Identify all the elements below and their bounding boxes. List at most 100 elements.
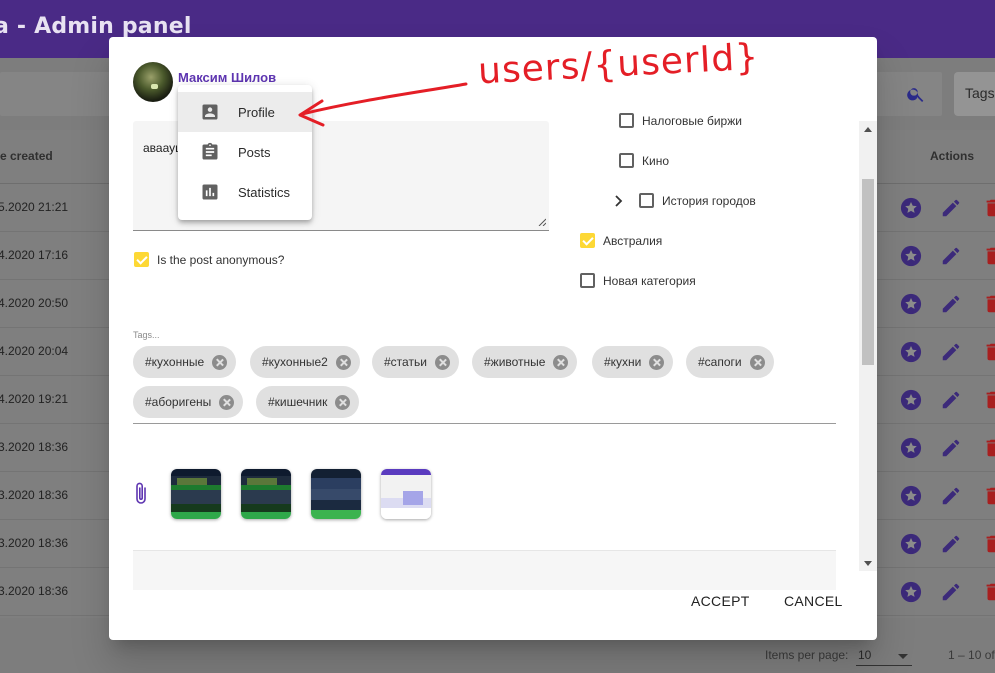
background-tags-button[interactable]: Tags [954,72,995,116]
delete-icon[interactable] [982,293,995,315]
row-date: 3.2020 18:36 [0,488,69,502]
category-checkbox-1[interactable] [619,153,634,168]
attachment-thumbnail[interactable] [241,469,291,519]
edit-icon[interactable] [940,485,962,507]
anonymous-checkbox[interactable] [134,252,149,267]
edit-icon[interactable] [940,389,962,411]
scrollbar-thumb[interactable] [862,179,874,365]
tag-chip[interactable]: #сапоги [686,346,774,378]
remove-tag-icon[interactable] [335,355,351,370]
row-date: 4.2020 17:16 [0,248,69,262]
row-date: 3.2020 18:36 [0,440,69,454]
remove-tag-icon[interactable] [434,355,450,370]
attach-file-icon[interactable] [133,481,149,507]
delete-icon[interactable] [982,389,995,411]
tag-chip-label: #сапоги [698,355,742,369]
tag-chip-label: #кухни [604,355,642,369]
attachment-thumbnail[interactable] [171,469,221,519]
author-avatar[interactable] [133,62,173,102]
edit-icon[interactable] [940,245,962,267]
menu-item-posts[interactable]: Posts [178,132,312,172]
row-date: 3.2020 18:36 [0,584,69,598]
anonymous-label: Is the post anonymous? [157,253,285,267]
tag-chip[interactable]: #кишечник [256,386,360,418]
category-label-1: Кино [642,154,669,168]
tag-chip[interactable]: #статьи [372,346,459,378]
category-checkbox-0[interactable] [619,113,634,128]
star-icon[interactable] [900,485,922,507]
category-checkbox-2[interactable] [639,193,654,208]
category-label-4: Новая категория [603,274,696,288]
tag-chip[interactable]: #кухни [592,346,674,378]
tag-chip-label: #животные [484,355,546,369]
category-checkbox-3[interactable] [580,233,595,248]
row-date: 3.2020 18:36 [0,536,69,550]
delete-icon[interactable] [982,341,995,363]
comments-area [133,550,836,590]
star-icon[interactable] [900,293,922,315]
remove-tag-icon[interactable] [749,355,765,370]
remove-tag-icon[interactable] [335,395,351,410]
star-icon[interactable] [900,533,922,555]
assignment-icon [202,142,218,160]
star-icon[interactable] [900,197,922,219]
account-box-icon [202,104,218,120]
attachment-thumbnail[interactable] [311,469,361,519]
tags-hint: Tags... [133,330,160,340]
author-name-link[interactable]: Максим Шилов [178,70,276,85]
delete-icon[interactable] [982,485,995,507]
menu-item-profile[interactable]: Profile [178,92,312,132]
row-date: 4.2020 19:21 [0,392,69,406]
row-date: 5.2020 21:21 [0,200,69,214]
edit-icon[interactable] [940,581,962,603]
category-checkbox-4[interactable] [580,273,595,288]
star-icon[interactable] [900,437,922,459]
remove-tag-icon[interactable] [212,355,228,370]
tag-chip[interactable]: #аборигены [133,386,244,418]
tag-chip[interactable]: #кухонные [133,346,237,378]
edit-icon[interactable] [940,533,962,555]
scroll-up-arrow-icon[interactable] [864,127,872,132]
remove-tag-icon[interactable] [649,355,665,370]
items-per-page-label: Items per page: [765,648,849,662]
column-header-date[interactable]: te created [0,149,53,163]
edit-icon[interactable] [940,197,962,219]
category-label-3: Австралия [603,234,663,248]
star-icon[interactable] [900,245,922,267]
remove-tag-icon[interactable] [553,355,569,370]
edit-icon[interactable] [940,341,962,363]
chevron-right-icon[interactable] [614,195,624,207]
dropdown-arrow-icon [898,654,908,659]
table-paginator: Items per page: 10 1 – 10 of [0,640,995,673]
delete-icon[interactable] [982,581,995,603]
user-menu: Profile Posts Statistics [178,85,312,220]
search-icon[interactable] [906,84,926,104]
app-title: a - Admin panel [0,14,192,39]
dialog-scrollbar[interactable] [859,121,877,571]
tags-button-label: Tags [965,85,995,101]
tag-chip-label: #кишечник [268,395,328,409]
delete-icon[interactable] [982,197,995,219]
edit-icon[interactable] [940,293,962,315]
page-range-label: 1 – 10 of [948,648,995,662]
star-icon[interactable] [900,341,922,363]
accept-button[interactable]: ACCEPT [691,593,750,609]
cancel-button[interactable]: CANCEL [784,593,843,609]
menu-item-label: Statistics [238,185,291,200]
delete-icon[interactable] [982,533,995,555]
remove-tag-icon[interactable] [219,395,235,410]
delete-icon[interactable] [982,437,995,459]
menu-item-statistics[interactable]: Statistics [178,172,312,212]
tag-chip[interactable]: #кухонные2 [250,346,360,378]
star-icon[interactable] [900,389,922,411]
tag-chip[interactable]: #животные [472,346,578,378]
scroll-down-arrow-icon[interactable] [864,561,872,566]
category-label-2: История городов [662,194,756,208]
attachment-thumbnail[interactable] [381,469,431,519]
items-per-page-select[interactable]: 10 [856,644,912,666]
edit-icon[interactable] [940,437,962,459]
resize-grip-icon[interactable] [538,218,546,226]
tag-chip-label: #кухонные [145,355,205,369]
delete-icon[interactable] [982,245,995,267]
star-icon[interactable] [900,581,922,603]
